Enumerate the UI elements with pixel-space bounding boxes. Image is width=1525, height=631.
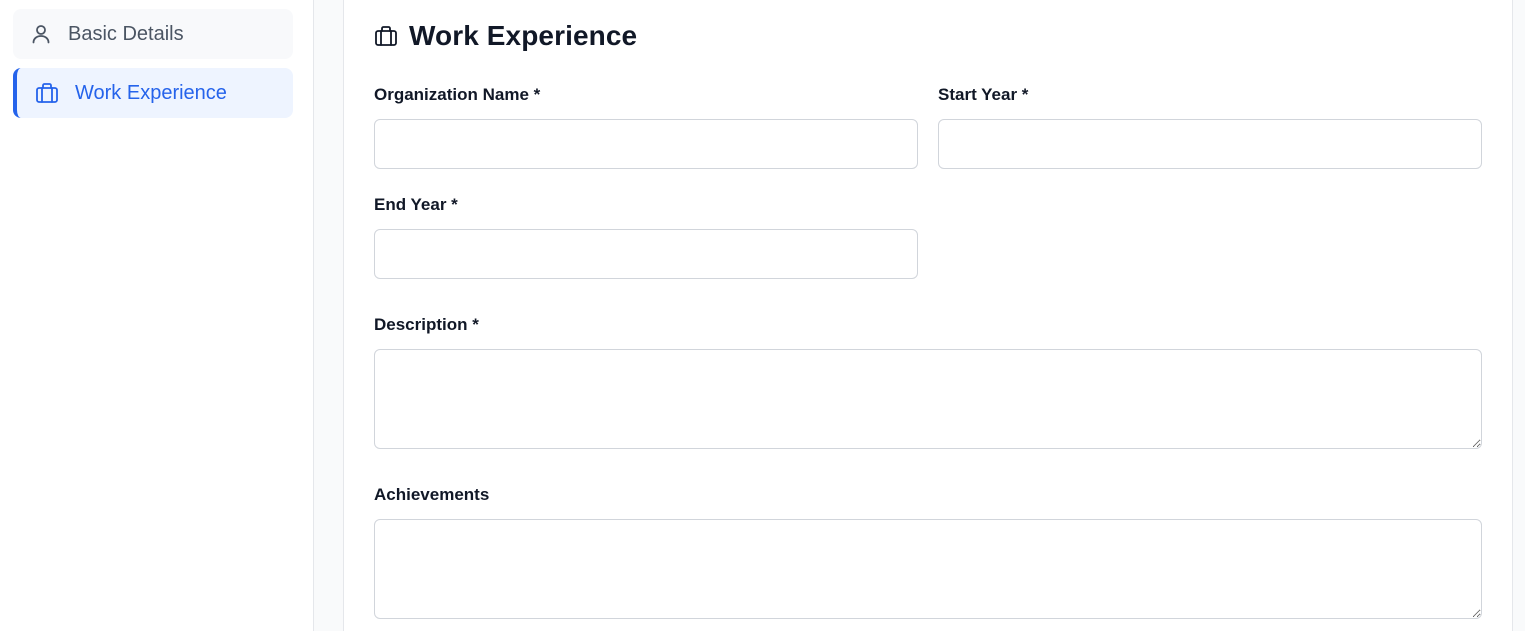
page-title: Work Experience: [409, 20, 638, 51]
sidebar-item-basic-details[interactable]: Basic Details: [13, 9, 293, 59]
start-year-input[interactable]: [938, 119, 1482, 169]
sidebar: Basic Details Work Experience: [0, 0, 314, 631]
briefcase-icon: [35, 81, 59, 105]
description-textarea[interactable]: [374, 349, 1482, 449]
achievements-textarea[interactable]: [374, 519, 1482, 619]
achievements-label: Achievements: [374, 485, 490, 504]
user-icon: [29, 22, 53, 46]
description-label: Description *: [374, 315, 479, 334]
sidebar-item-label: Basic Details: [68, 22, 184, 45]
sidebar-item-label: Work Experience: [75, 81, 227, 104]
start-year-label: Start Year *: [938, 85, 1029, 104]
end-year-input[interactable]: [374, 229, 918, 279]
organization-name-input[interactable]: [374, 119, 918, 169]
end-year-label: End Year *: [374, 195, 458, 214]
sidebar-item-work-experience[interactable]: Work Experience: [13, 68, 293, 118]
briefcase-icon: [374, 24, 398, 48]
section-title: Work Experience: [374, 18, 637, 54]
organization-name-label: Organization Name *: [374, 85, 541, 104]
